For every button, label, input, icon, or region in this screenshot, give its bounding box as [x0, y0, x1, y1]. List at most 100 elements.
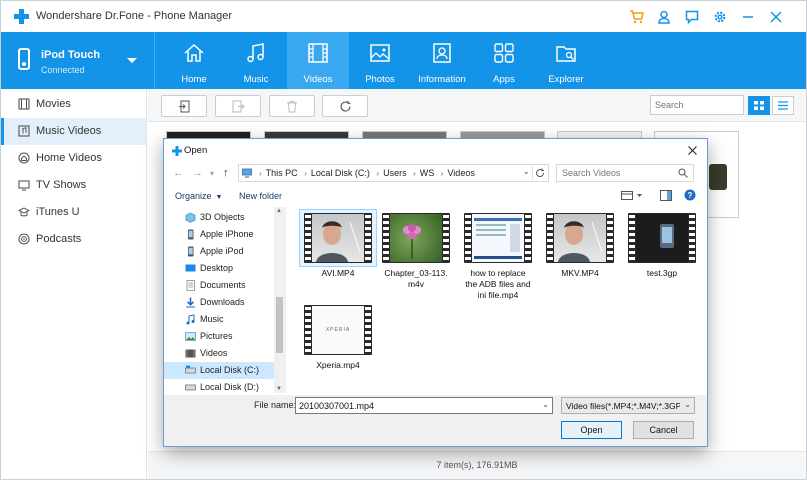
tree-item-label: Apple iPod	[200, 246, 244, 256]
scroll-down-icon[interactable]: ▼	[276, 386, 282, 392]
tree-item-3d-objects[interactable]: 3D Objects	[164, 209, 275, 226]
forward-arrow-icon[interactable]: →	[192, 167, 203, 179]
sidebar-item-music-videos[interactable]: Music Videos	[1, 118, 146, 145]
tree-item-local-disk-d[interactable]: Local Disk (D:)	[164, 379, 275, 396]
file-item[interactable]: how to replace the ADB files and ini fil…	[458, 210, 538, 301]
dialog-search-field[interactable]	[556, 164, 694, 182]
back-arrow-icon[interactable]: ←	[173, 167, 184, 179]
sidebar-item-movies[interactable]: Movies	[1, 91, 146, 118]
view-options-icon[interactable]	[621, 190, 643, 204]
svg-text:?: ?	[688, 191, 693, 200]
pc-icon	[242, 168, 252, 178]
3d-objects-icon	[185, 212, 196, 223]
thumbnail-image	[709, 164, 727, 190]
scrollbar-thumb[interactable]	[276, 297, 283, 353]
tree-item-downloads[interactable]: Downloads	[164, 294, 275, 311]
breadcrumb-item[interactable]: WS	[420, 168, 435, 178]
tree-item-apple-ipod[interactable]: Apple iPod	[164, 243, 275, 260]
open-button[interactable]: Open	[561, 421, 622, 439]
new-folder-button[interactable]: New folder	[239, 191, 282, 201]
dialog-search-input[interactable]	[557, 165, 667, 181]
chevron-down-icon[interactable]: ⌄	[542, 400, 549, 409]
add-button[interactable]	[161, 95, 207, 117]
help-icon[interactable]: ?	[684, 189, 696, 204]
file-name-combobox[interactable]: ⌄	[295, 397, 553, 414]
scroll-up-icon[interactable]: ▲	[276, 208, 282, 214]
file-thumbnail	[460, 210, 536, 266]
tab-videos[interactable]: Videos	[287, 32, 349, 89]
organize-label: Organize	[175, 191, 212, 201]
device-selector[interactable]: iPod Touch Connected	[1, 32, 155, 89]
breadcrumb-item[interactable]: Local Disk (C:)	[311, 168, 370, 178]
chat-icon[interactable]	[683, 8, 701, 26]
dialog-close-icon[interactable]	[685, 143, 699, 157]
search-field[interactable]	[650, 95, 744, 115]
organize-button[interactable]: Organize ▼	[175, 191, 222, 201]
sidebar-item-itunes-u[interactable]: iTunes U	[1, 199, 146, 226]
breadcrumb-item[interactable]: This PC	[266, 168, 298, 178]
tab-apps[interactable]: Apps	[473, 32, 535, 89]
sidebar-item-label: TV Shows	[36, 179, 87, 191]
tree-item-label: Local Disk (D:)	[200, 382, 260, 392]
sidebar-item-label: Movies	[36, 98, 71, 110]
file-name-input[interactable]	[296, 398, 531, 413]
export-button[interactable]	[215, 95, 261, 117]
tree-scrollbar[interactable]: ▲ ▼	[274, 207, 285, 393]
recent-locations-chevron-icon[interactable]: ▾	[210, 169, 214, 178]
export-icon	[232, 100, 245, 112]
tree-item-apple-iphone[interactable]: Apple iPhone	[164, 226, 275, 243]
breadcrumb-item[interactable]: Videos	[447, 168, 474, 178]
search-input[interactable]	[651, 96, 743, 114]
sidebar-item-home-videos[interactable]: Home Videos	[1, 145, 146, 172]
user-icon[interactable]	[655, 8, 673, 26]
tree-item-desktop[interactable]: Desktop	[164, 260, 275, 277]
file-type-select[interactable]: Video files(*.MP4;*.M4V;*.3GP;* ⌄	[561, 397, 695, 414]
tab-photos[interactable]: Photos	[349, 32, 411, 89]
tab-explorer[interactable]: Explorer	[535, 32, 597, 89]
app-icon	[172, 146, 182, 156]
refresh-icon[interactable]	[532, 166, 546, 180]
file-item[interactable]: XPERIA Xperia.mp4	[298, 302, 378, 371]
apps-icon	[494, 43, 514, 63]
tree-item-local-disk-c[interactable]: Local Disk (C:)	[164, 362, 275, 379]
breadcrumb-item[interactable]: Users	[383, 168, 407, 178]
dialog-title: Open	[184, 145, 208, 156]
delete-button[interactable]	[269, 95, 315, 117]
address-row: ← → ▾ ↑ › This PC › Local Disk (C:) › Users…	[164, 162, 707, 185]
tree-item-documents[interactable]: Documents	[164, 277, 275, 294]
cancel-button[interactable]: Cancel	[633, 421, 694, 439]
file-item[interactable]: AVI.MP4	[298, 209, 378, 279]
sidebar-item-tv-shows[interactable]: TV Shows	[1, 172, 146, 199]
drive-icon	[185, 384, 196, 391]
address-bar[interactable]: › This PC › Local Disk (C:) › Users › WS › Vi…	[238, 164, 549, 182]
documents-icon	[186, 280, 195, 291]
preview-pane-icon[interactable]	[660, 190, 672, 204]
cart-icon[interactable]	[627, 8, 645, 26]
file-item[interactable]: Chapter_03-113. m4v	[376, 210, 456, 290]
grid-icon	[754, 101, 764, 110]
settings-icon[interactable]	[711, 8, 729, 26]
close-icon[interactable]	[767, 8, 785, 26]
dialog-button-row: Open Cancel	[164, 417, 707, 446]
minimize-icon[interactable]	[739, 8, 757, 26]
chevron-down-icon[interactable]: ⌄	[684, 400, 691, 409]
file-item[interactable]: test.3gp	[622, 210, 702, 279]
refresh-button[interactable]	[322, 95, 368, 117]
portrait-image	[316, 221, 361, 262]
tree-item-music[interactable]: Music	[164, 311, 275, 328]
sidebar-item-podcasts[interactable]: Podcasts	[1, 226, 146, 253]
grid-view-button[interactable]	[748, 96, 770, 115]
tab-music[interactable]: Music	[225, 32, 287, 89]
tree-item-pictures[interactable]: Pictures	[164, 328, 275, 345]
chevron-down-icon[interactable]	[127, 58, 137, 63]
up-arrow-icon[interactable]: ↑	[223, 167, 229, 179]
address-dropdown-icon[interactable]: ⌄	[522, 166, 530, 177]
tab-home[interactable]: Home	[163, 32, 225, 89]
tree-item-videos[interactable]: Videos	[164, 345, 275, 362]
sidebar-item-label: iTunes U	[36, 206, 80, 218]
tab-information[interactable]: Information	[411, 32, 473, 89]
film-icon	[18, 98, 30, 110]
file-item[interactable]: MKV.MP4	[540, 210, 620, 279]
list-view-button[interactable]	[772, 96, 794, 115]
tree-item-label: 3D Objects	[200, 212, 245, 222]
